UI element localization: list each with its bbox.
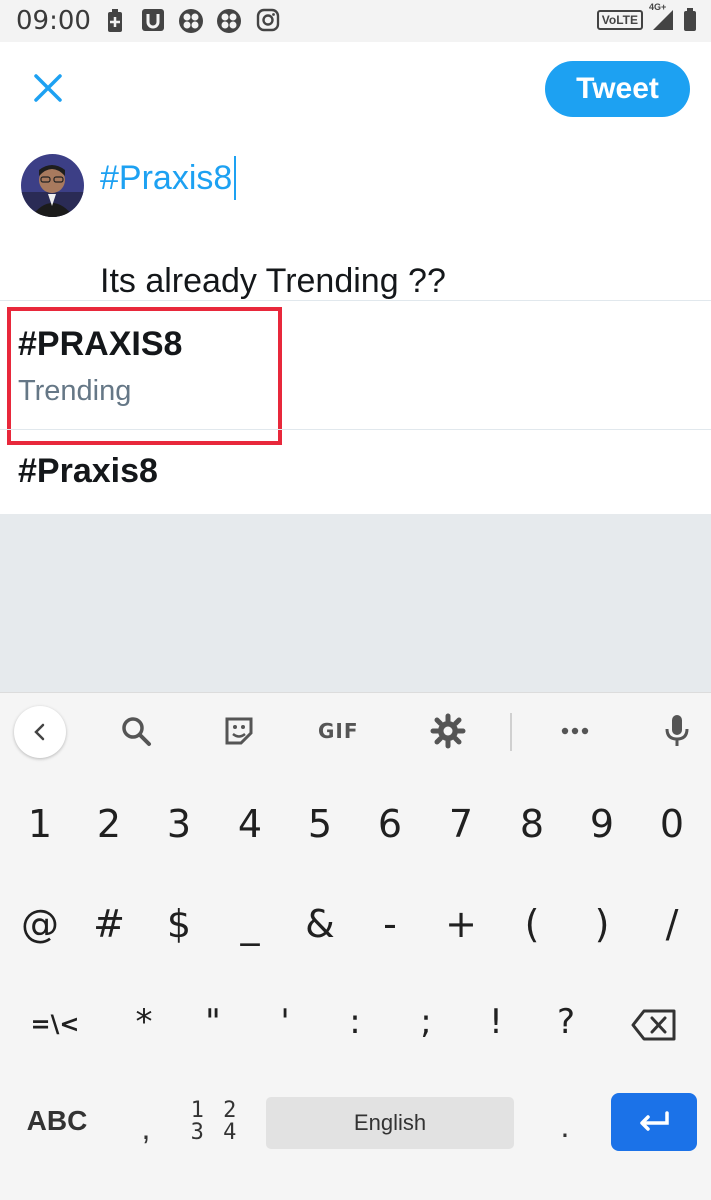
key-0[interactable]: 0 (637, 802, 707, 846)
suggestion-title: #Praxis8 (18, 452, 158, 490)
keyboard-toolbar: GIF (0, 692, 711, 770)
key-1[interactable]: 1 (5, 802, 75, 846)
key-close-paren[interactable]: ) (567, 902, 637, 946)
toolbar-divider (510, 713, 512, 751)
battery-plus-icon (108, 9, 122, 32)
instagram-icon (256, 8, 280, 32)
hashtag-suggestion[interactable]: #Praxis8 (0, 430, 711, 514)
key-single-quote[interactable]: ' (250, 1002, 320, 1042)
mic-icon[interactable] (662, 711, 692, 751)
enter-key[interactable] (611, 1093, 697, 1151)
key-9[interactable]: 9 (567, 802, 637, 846)
avatar[interactable] (21, 154, 84, 217)
numpad-label-top: 1 2 (190, 1098, 240, 1123)
tweet-text-body[interactable]: Its already Trending ?? (100, 262, 446, 301)
gif-button[interactable]: GIF (318, 711, 359, 751)
comma-key[interactable]: , (128, 1110, 164, 1147)
key-6[interactable]: 6 (355, 802, 425, 846)
status-time: 09:00 (16, 6, 91, 36)
hashtag-text: #Praxis8 (100, 158, 233, 197)
key-2[interactable]: 2 (74, 802, 144, 846)
suggestion-subtitle: Trending (18, 375, 132, 407)
key-exclamation[interactable]: ! (461, 1002, 531, 1042)
key-question[interactable]: ? (531, 1002, 601, 1042)
status-bar: 09:00 VoLTE 4G+ (0, 0, 711, 42)
settings-icon[interactable] (430, 711, 466, 751)
key-semicolon[interactable]: ; (391, 1002, 461, 1042)
key-plus[interactable]: + (426, 902, 496, 946)
search-icon[interactable] (118, 711, 154, 751)
numpad-label-bottom: 3 4 (190, 1120, 240, 1145)
keyboard: 1 2 3 4 5 6 7 8 9 0 @ # $ _ & - + ( ) / … (0, 770, 711, 1200)
key-4[interactable]: 4 (215, 802, 285, 846)
tweet-button[interactable]: Tweet (545, 61, 690, 117)
key-open-paren[interactable]: ( (497, 902, 567, 946)
key-5[interactable]: 5 (285, 802, 355, 846)
text-cursor (234, 156, 237, 200)
key-8[interactable]: 8 (497, 802, 567, 846)
key-more-symbols[interactable]: =\< (20, 1010, 90, 1038)
numpad-key[interactable]: 1 2 3 4 (190, 1100, 240, 1144)
space-bar[interactable]: English (266, 1097, 514, 1149)
app-clover-icon (179, 9, 203, 33)
key-3[interactable]: 3 (144, 802, 214, 846)
key-asterisk[interactable]: * (109, 1002, 179, 1042)
period-key[interactable]: . (545, 1108, 585, 1145)
key-hash[interactable]: # (74, 902, 144, 946)
key-slash[interactable]: / (637, 902, 707, 946)
key-underscore[interactable]: _ (215, 902, 285, 946)
enter-icon (640, 1111, 669, 1131)
abc-key[interactable]: ABC (14, 1105, 100, 1137)
battery-icon (684, 8, 696, 31)
key-dollar[interactable]: $ (144, 902, 214, 946)
back-icon[interactable] (14, 706, 66, 758)
app-clover-icon-2 (217, 9, 241, 33)
key-colon[interactable]: : (320, 1002, 390, 1042)
tweet-text-hashtag[interactable]: #Praxis8 (100, 156, 237, 200)
hashtag-suggestion-trending[interactable]: #PRAXIS8 Trending (0, 301, 711, 429)
key-minus[interactable]: - (355, 902, 425, 946)
app-u-icon (142, 9, 164, 31)
key-7[interactable]: 7 (426, 802, 496, 846)
key-ampersand[interactable]: & (285, 902, 355, 946)
empty-area (0, 514, 711, 692)
key-at[interactable]: @ (5, 902, 75, 946)
suggestion-title: #PRAXIS8 (18, 325, 183, 363)
sticker-icon[interactable] (222, 711, 256, 751)
close-icon[interactable] (30, 70, 66, 106)
backspace-icon[interactable] (630, 1008, 678, 1042)
volte-badge: VoLTE (596, 10, 643, 30)
signal-icon: 4G+ (649, 2, 675, 32)
key-double-quote[interactable]: " (178, 1002, 248, 1042)
more-icon[interactable] (558, 711, 592, 751)
nav-bar (0, 1180, 711, 1200)
